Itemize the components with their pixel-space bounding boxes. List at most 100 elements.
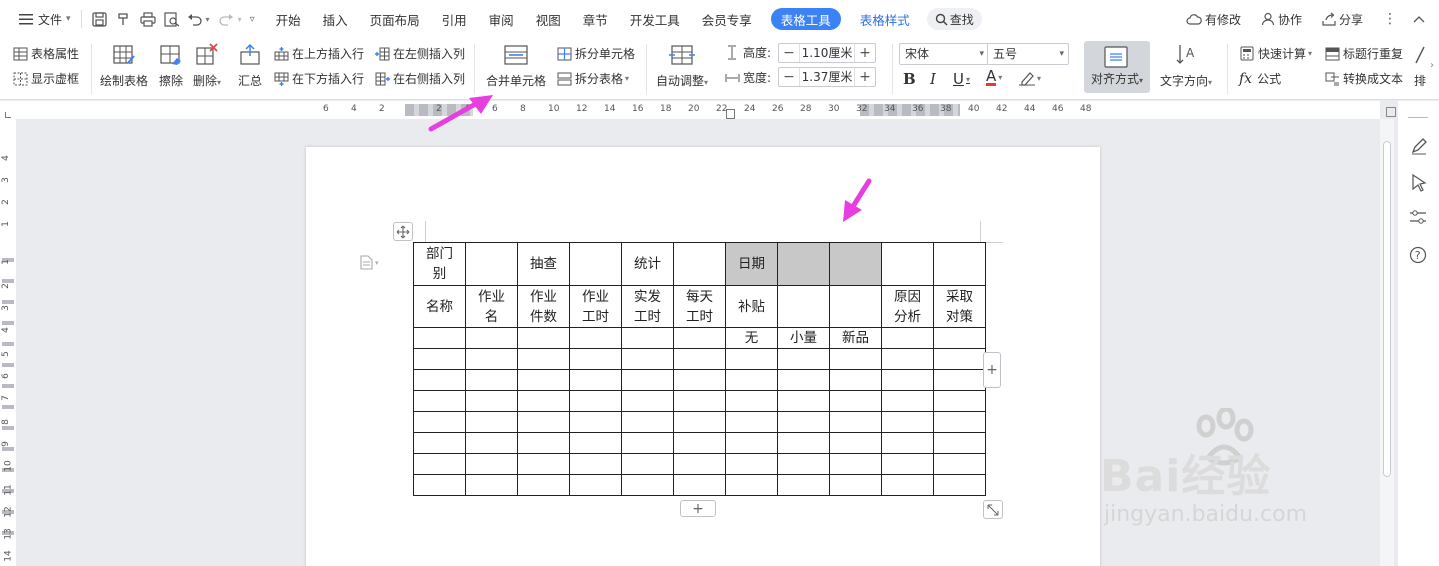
collab-button[interactable]: 协作 [1257,6,1306,32]
table-cell[interactable] [517,348,570,370]
table-cell[interactable] [621,369,674,391]
table-cell[interactable] [517,369,570,391]
tab-home[interactable]: 开始 [265,6,312,32]
table-cell[interactable] [465,390,518,412]
table-cell[interactable] [621,411,674,433]
table-cell[interactable] [621,327,674,349]
table-cell[interactable] [413,327,466,349]
height-decrease-button[interactable]: − [779,44,799,62]
tab-developer[interactable]: 开发工具 [619,6,691,32]
table-cell[interactable]: 作业名 [465,285,518,328]
width-stepper[interactable]: − 1.37厘米 + [778,67,876,87]
help-icon[interactable]: ? [1409,246,1427,267]
table-cell[interactable] [777,474,830,496]
table-cell[interactable] [933,432,986,454]
height-value[interactable]: 1.10厘米 [799,44,855,62]
table-cell[interactable] [465,369,518,391]
table-cell[interactable] [829,411,882,433]
table-cell[interactable] [569,348,622,370]
table-cell[interactable] [725,432,778,454]
table-cell[interactable] [673,348,726,370]
height-increase-button[interactable]: + [855,44,875,62]
tab-table-style[interactable]: 表格样式 [849,6,921,32]
table-cell[interactable] [725,348,778,370]
table-cell[interactable] [933,348,986,370]
table-cell[interactable] [673,453,726,475]
auto-fit-button[interactable]: 自动调整▾ [656,42,708,89]
insert-right-button[interactable]: 在右侧插入列 [374,70,465,87]
table-cell[interactable] [569,390,622,412]
table-cell[interactable] [725,369,778,391]
table-cell[interactable]: 名称 [413,285,466,328]
table-cell[interactable] [829,390,882,412]
table-cell[interactable] [569,474,622,496]
table-cell[interactable] [673,474,726,496]
table-cell[interactable] [413,390,466,412]
table-cell[interactable] [569,453,622,475]
edit-pen-icon[interactable] [1410,137,1428,158]
table-cell[interactable] [829,453,882,475]
table-cell[interactable] [777,390,830,412]
table-cell[interactable] [829,348,882,370]
table-cell[interactable] [673,411,726,433]
table-cell[interactable] [933,327,986,349]
table-cell[interactable] [829,242,882,286]
table-cell[interactable] [881,390,934,412]
scrollbar-thumb[interactable] [1383,141,1391,477]
table-cell[interactable]: 作业 件数 [517,285,570,328]
table-cell[interactable]: 抽查 [517,242,570,286]
table-cell[interactable] [881,411,934,433]
table-cell[interactable] [517,453,570,475]
quick-calc-button[interactable]: 快速计算 ▾ [1239,45,1312,62]
undo-icon[interactable] [184,12,206,26]
table-cell[interactable] [517,411,570,433]
table-move-handle[interactable] [393,222,413,241]
table-cell[interactable]: 新品 [829,327,882,349]
table-resize-handle[interactable] [983,500,1003,519]
underline-button[interactable]: U ▾ [953,70,970,88]
sort-button[interactable]: 排 [1412,42,1428,89]
table-cell[interactable] [777,369,830,391]
width-increase-button[interactable]: + [855,68,875,86]
table-cell[interactable] [621,432,674,454]
table-cell[interactable] [517,432,570,454]
table-cell[interactable] [465,474,518,496]
table-cell[interactable] [569,432,622,454]
settings-sliders-icon[interactable] [1409,209,1427,228]
alignment-button[interactable]: 对齐方式▾ [1084,41,1150,93]
repeat-header-button[interactable]: 标题行重复 [1324,45,1403,62]
delete-button[interactable]: 删除▾ [193,42,221,89]
tab-chapter[interactable]: 章节 [572,6,619,32]
data-table[interactable]: 部门别 抽查 统计 日期 名称 作业名作业 件数 作业 工时 实发 工时 每天 工时 补贴 原因 分析 采取 对策… [413,242,986,496]
table-cell[interactable] [413,474,466,496]
paragraph-format-icon[interactable]: ▾ [360,255,379,270]
text-direction-button[interactable]: A 文字方向▾ [1160,42,1212,89]
table-cell[interactable] [465,453,518,475]
table-cell[interactable] [621,390,674,412]
font-size-select[interactable]: 五号 ▾ [987,43,1069,65]
table-cell[interactable] [673,432,726,454]
table-cell[interactable] [933,453,986,475]
table-cell[interactable] [413,348,466,370]
font-color-button[interactable]: A ▾ [986,69,1002,86]
table-cell[interactable] [413,411,466,433]
tab-member[interactable]: 会员专享 [691,6,763,32]
table-cell[interactable] [569,242,622,286]
table-cell[interactable] [517,474,570,496]
table-cell[interactable] [881,327,934,349]
table-cell[interactable] [881,369,934,391]
table-cell[interactable] [725,474,778,496]
table-cell[interactable] [413,432,466,454]
height-stepper[interactable]: − 1.10厘米 + [778,43,876,63]
highlight-button[interactable]: ▾ [1018,70,1041,86]
table-cell[interactable]: 日期 [725,242,778,286]
table-cell[interactable]: 作业 工时 [569,285,622,328]
table-cell[interactable]: 无 [725,327,778,349]
insert-above-button[interactable]: 在上方插入行 [273,45,364,62]
save-icon[interactable] [88,11,112,27]
tab-insert[interactable]: 插入 [312,6,359,32]
table-cell[interactable] [777,432,830,454]
table-cell[interactable] [881,453,934,475]
table-cell[interactable]: 统计 [621,242,674,286]
split-table-button[interactable]: 拆分表格 ▾ [556,70,629,87]
